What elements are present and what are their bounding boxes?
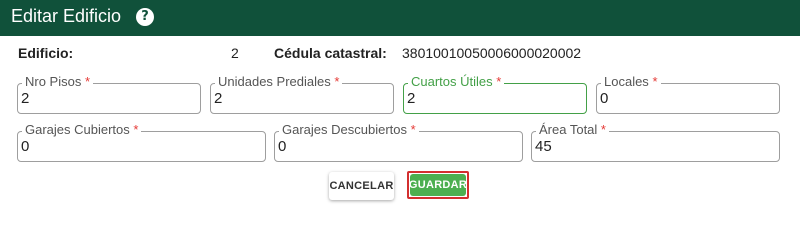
unidades-prediales-label: Unidades Prediales * [215, 74, 343, 90]
dialog-header: Editar Edificio ? [0, 0, 800, 36]
garajes-descubiertos-field[interactable]: Garajes Descubiertos * [274, 122, 523, 162]
unidades-prediales-input[interactable] [214, 90, 388, 107]
nro-pisos-label: Nro Pisos * [22, 74, 94, 90]
cedula-catastral-label: Cédula catastral: [274, 45, 387, 61]
nro-pisos-input[interactable] [21, 90, 195, 107]
garajes-descubiertos-label: Garajes Descubiertos * [279, 122, 419, 138]
area-total-label: Área Total * [536, 122, 609, 138]
save-button[interactable]: GUARDAR [409, 174, 467, 196]
edificio-label: Edificio: [18, 45, 74, 61]
locales-label: Locales * [601, 74, 661, 90]
locales-input[interactable] [600, 90, 774, 107]
area-total-field[interactable]: Área Total * [531, 122, 780, 162]
garajes-descubiertos-input[interactable] [278, 138, 517, 155]
cuartos-utiles-field[interactable]: Cuartos Útiles * [403, 74, 587, 114]
cedula-catastral-value: 38010010050006000020002 [402, 45, 582, 61]
dialog-title: Editar Edificio [11, 6, 122, 26]
cuartos-utiles-input[interactable] [407, 90, 581, 107]
edificio-value: 2 [231, 45, 239, 61]
area-total-input[interactable] [535, 138, 774, 155]
garajes-cubiertos-field[interactable]: Garajes Cubiertos * [17, 122, 266, 162]
garajes-cubiertos-input[interactable] [21, 138, 260, 155]
garajes-cubiertos-label: Garajes Cubiertos * [22, 122, 142, 138]
cancel-button[interactable]: CANCELAR [329, 172, 394, 200]
nro-pisos-field[interactable]: Nro Pisos * [17, 74, 201, 114]
locales-field[interactable]: Locales * [596, 74, 780, 114]
unidades-prediales-field[interactable]: Unidades Prediales * [210, 74, 394, 114]
cuartos-utiles-label: Cuartos Útiles * [408, 74, 505, 90]
help-icon[interactable]: ? [136, 8, 154, 26]
